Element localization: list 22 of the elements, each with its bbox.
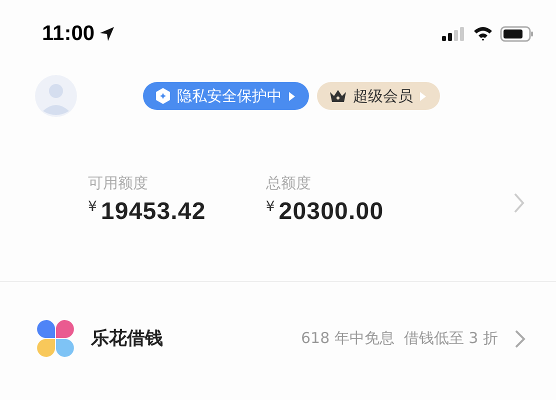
shield-icon (156, 88, 170, 104)
currency-symbol: ¥ (266, 198, 275, 216)
crown-icon (330, 89, 346, 103)
battery-icon (500, 26, 534, 42)
credit-amount: 19453.42 (100, 196, 206, 226)
wifi-icon (473, 26, 493, 41)
clover-logo-icon (36, 319, 75, 358)
vip-badge[interactable]: 超级会员 (317, 82, 440, 110)
loan-title: 乐花借钱 (91, 327, 163, 351)
caret-right-icon (420, 92, 426, 100)
avatar-icon (35, 75, 77, 117)
credit-label: 可用额度 (88, 173, 149, 194)
chevron-right-icon[interactable] (514, 328, 526, 348)
credit-amount: 20300.00 (278, 196, 384, 226)
currency-symbol: ¥ (88, 198, 97, 216)
signal-icon (442, 26, 466, 40)
status-time: 11:00 (42, 20, 95, 47)
promo-text: 618 年中免息 借钱低至 3 折 (300, 328, 498, 350)
location-arrow-icon (98, 26, 115, 42)
chevron-right-icon[interactable] (513, 192, 525, 214)
credit-label: 总额度 (266, 173, 312, 194)
caret-right-icon (289, 92, 295, 100)
